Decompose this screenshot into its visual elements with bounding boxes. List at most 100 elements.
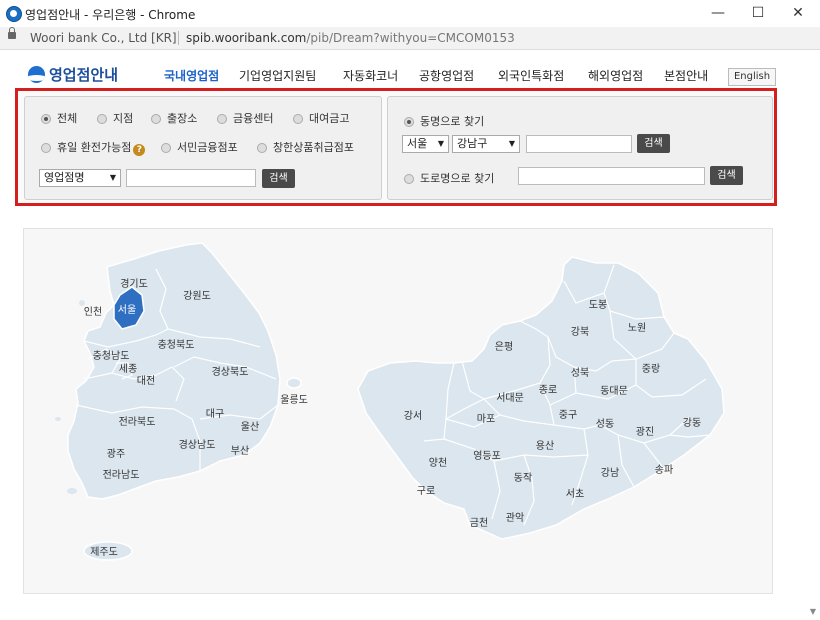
region-label-ulsan[interactable]: 울산 bbox=[241, 421, 259, 433]
district-label-gangbuk[interactable]: 강북 bbox=[571, 326, 589, 338]
radio-dot-icon bbox=[97, 114, 107, 124]
maps-svg: 경기도 인천 서울 강원도 충청북도 충청남도 세종 대전 경상북도 전라북도 … bbox=[55, 242, 725, 561]
region-label-gangwon[interactable]: 강원도 bbox=[183, 290, 211, 302]
address-divider bbox=[178, 31, 179, 45]
site-identity[interactable]: Woori bank Co., Ltd [KR] bbox=[30, 31, 177, 45]
district-select[interactable]: 강남구 ▼ bbox=[452, 135, 520, 153]
district-label-yeongdeungpo[interactable]: 영등포 bbox=[473, 450, 501, 462]
radio-holiday-exchange[interactable]: 휴일 환전가능점? bbox=[41, 139, 146, 156]
district-label-gangnam[interactable]: 강남 bbox=[601, 467, 619, 479]
district-label-seocho[interactable]: 서초 bbox=[566, 488, 584, 500]
menu-domestic-branches[interactable]: 국내영업점 bbox=[164, 67, 219, 84]
branch-name-search-button[interactable]: 검색 bbox=[262, 169, 295, 188]
district-label-jungnang[interactable]: 중랑 bbox=[642, 363, 660, 375]
region-label-jeju[interactable]: 제주도 bbox=[90, 546, 118, 558]
island-shape bbox=[67, 488, 77, 494]
logo[interactable]: 영업점안내 bbox=[28, 64, 118, 85]
district-label-gwanak[interactable]: 관악 bbox=[506, 512, 524, 524]
help-icon[interactable]: ? bbox=[133, 144, 146, 156]
menu-corporate-support[interactable]: 기업영업지원팀 bbox=[239, 67, 316, 84]
logo-text: 영업점안내 bbox=[49, 66, 119, 84]
district-label-dongjak[interactable]: 동작 bbox=[514, 472, 532, 484]
minimize-button[interactable]: — bbox=[705, 3, 731, 23]
district-label-eunpyeong[interactable]: 은평 bbox=[495, 341, 513, 353]
district-label-jongno[interactable]: 종로 bbox=[539, 384, 557, 396]
menu-head-office[interactable]: 본점안내 bbox=[664, 67, 708, 84]
radio-outpost[interactable]: 출장소 bbox=[151, 110, 197, 126]
region-label-chungnam[interactable]: 충청남도 bbox=[93, 350, 130, 362]
region-label-gyeongnam[interactable]: 경상남도 bbox=[179, 438, 216, 451]
lock-icon bbox=[8, 27, 16, 39]
branch-name-input[interactable] bbox=[126, 169, 256, 187]
region-label-incheon[interactable]: 인천 bbox=[84, 306, 102, 318]
district-label-gangdong[interactable]: 강동 bbox=[683, 417, 701, 429]
menu-foreigner-branches[interactable]: 외국인특화점 bbox=[498, 67, 564, 84]
region-label-busan[interactable]: 부산 bbox=[231, 445, 249, 457]
radio-special-products[interactable]: 창한상품취급점포 bbox=[257, 139, 354, 155]
district-label-seodaemun[interactable]: 서대문 bbox=[496, 392, 524, 404]
menu-atm-corner[interactable]: 자동화코너 bbox=[343, 67, 398, 84]
region-label-gyeongbuk[interactable]: 경상북도 bbox=[212, 365, 249, 378]
radio-search-by-dong[interactable]: 동명으로 찾기 bbox=[404, 113, 484, 129]
radio-all[interactable]: 전체 bbox=[41, 110, 77, 126]
district-label-gwangjin[interactable]: 광진 bbox=[636, 426, 654, 438]
radio-dot-icon bbox=[161, 143, 171, 153]
district-label-seongdong[interactable]: 성동 bbox=[596, 418, 614, 430]
radio-label: 창한상품취급점포 bbox=[273, 141, 354, 154]
region-label-sejong[interactable]: 세종 bbox=[119, 363, 137, 375]
district-label-nowon[interactable]: 노원 bbox=[628, 322, 646, 334]
radio-dot-icon bbox=[404, 174, 414, 184]
district-label-yangcheon[interactable]: 양천 bbox=[429, 457, 447, 469]
radio-search-by-road[interactable]: 도로명으로 찾기 bbox=[404, 170, 494, 186]
district-label-yongsan[interactable]: 용산 bbox=[536, 440, 554, 452]
app-icon bbox=[6, 6, 22, 22]
english-button[interactable]: English bbox=[728, 68, 776, 86]
seoul-outline[interactable] bbox=[357, 256, 725, 540]
dong-input[interactable] bbox=[526, 135, 632, 153]
radio-microfinance[interactable]: 서민금융점포 bbox=[161, 139, 238, 155]
district-label-jung[interactable]: 중구 bbox=[559, 409, 577, 421]
region-label-chungbuk[interactable]: 충청북도 bbox=[158, 339, 195, 351]
region-label-jeonnam[interactable]: 전라남도 bbox=[103, 469, 140, 481]
district-label-gangseo[interactable]: 강서 bbox=[404, 410, 422, 422]
select-value: 강남구 bbox=[457, 137, 488, 150]
region-label-gwangju[interactable]: 광주 bbox=[107, 448, 125, 460]
region-label-ulleung[interactable]: 울릉도 bbox=[280, 394, 308, 406]
radio-safe-deposit[interactable]: 대여금고 bbox=[293, 110, 349, 126]
maximize-button[interactable]: ☐ bbox=[745, 3, 771, 23]
district-label-dobong[interactable]: 도봉 bbox=[589, 299, 607, 311]
region-label-daejeon[interactable]: 대전 bbox=[137, 375, 155, 387]
district-label-mapo[interactable]: 마포 bbox=[477, 413, 495, 425]
scroll-down-arrow-icon[interactable]: ▼ bbox=[810, 607, 816, 616]
region-label-jeonbuk[interactable]: 전라북도 bbox=[119, 416, 156, 428]
city-select[interactable]: 서울 ▼ bbox=[402, 135, 449, 153]
road-name-input[interactable] bbox=[518, 167, 705, 185]
district-label-songpa[interactable]: 송파 bbox=[655, 464, 673, 476]
district-label-geumcheon[interactable]: 금천 bbox=[470, 517, 488, 529]
address-bar[interactable]: Woori bank Co., Ltd [KR] spib.wooribank.… bbox=[0, 27, 820, 50]
radio-label: 휴일 환전가능점 bbox=[57, 141, 132, 154]
select-value: 서울 bbox=[407, 137, 428, 150]
district-label-guro[interactable]: 구로 bbox=[417, 486, 435, 497]
radio-financial-center[interactable]: 금융센터 bbox=[217, 110, 273, 126]
menu-airport-branches[interactable]: 공항영업점 bbox=[419, 67, 474, 84]
url-text[interactable]: spib.wooribank.com/pib/Dream?withyou=CMC… bbox=[186, 31, 515, 45]
close-button[interactable]: ✕ bbox=[785, 3, 811, 23]
district-label-seongbuk[interactable]: 성북 bbox=[571, 367, 589, 379]
district-label-dongdaemun[interactable]: 동대문 bbox=[600, 385, 628, 397]
menu-overseas-branches[interactable]: 해외영업점 bbox=[588, 67, 643, 84]
radio-dot-icon bbox=[151, 114, 161, 124]
radio-label: 금융센터 bbox=[233, 112, 274, 125]
road-search-button[interactable]: 검색 bbox=[710, 166, 743, 185]
dropdown-arrow-icon: ▼ bbox=[508, 139, 515, 148]
radio-branch[interactable]: 지점 bbox=[97, 110, 133, 126]
ulleung-region[interactable] bbox=[286, 377, 302, 389]
branch-name-select[interactable]: 영업점명 ▼ bbox=[39, 169, 121, 187]
radio-label: 대여금고 bbox=[309, 112, 350, 125]
dropdown-arrow-icon: ▼ bbox=[109, 173, 116, 182]
region-label-daegu[interactable]: 대구 bbox=[206, 408, 224, 420]
region-label-seoul[interactable]: 서울 bbox=[118, 304, 136, 316]
dropdown-arrow-icon: ▼ bbox=[437, 139, 444, 148]
region-label-gyeonggi[interactable]: 경기도 bbox=[120, 277, 148, 290]
dong-search-button[interactable]: 검색 bbox=[637, 134, 670, 153]
